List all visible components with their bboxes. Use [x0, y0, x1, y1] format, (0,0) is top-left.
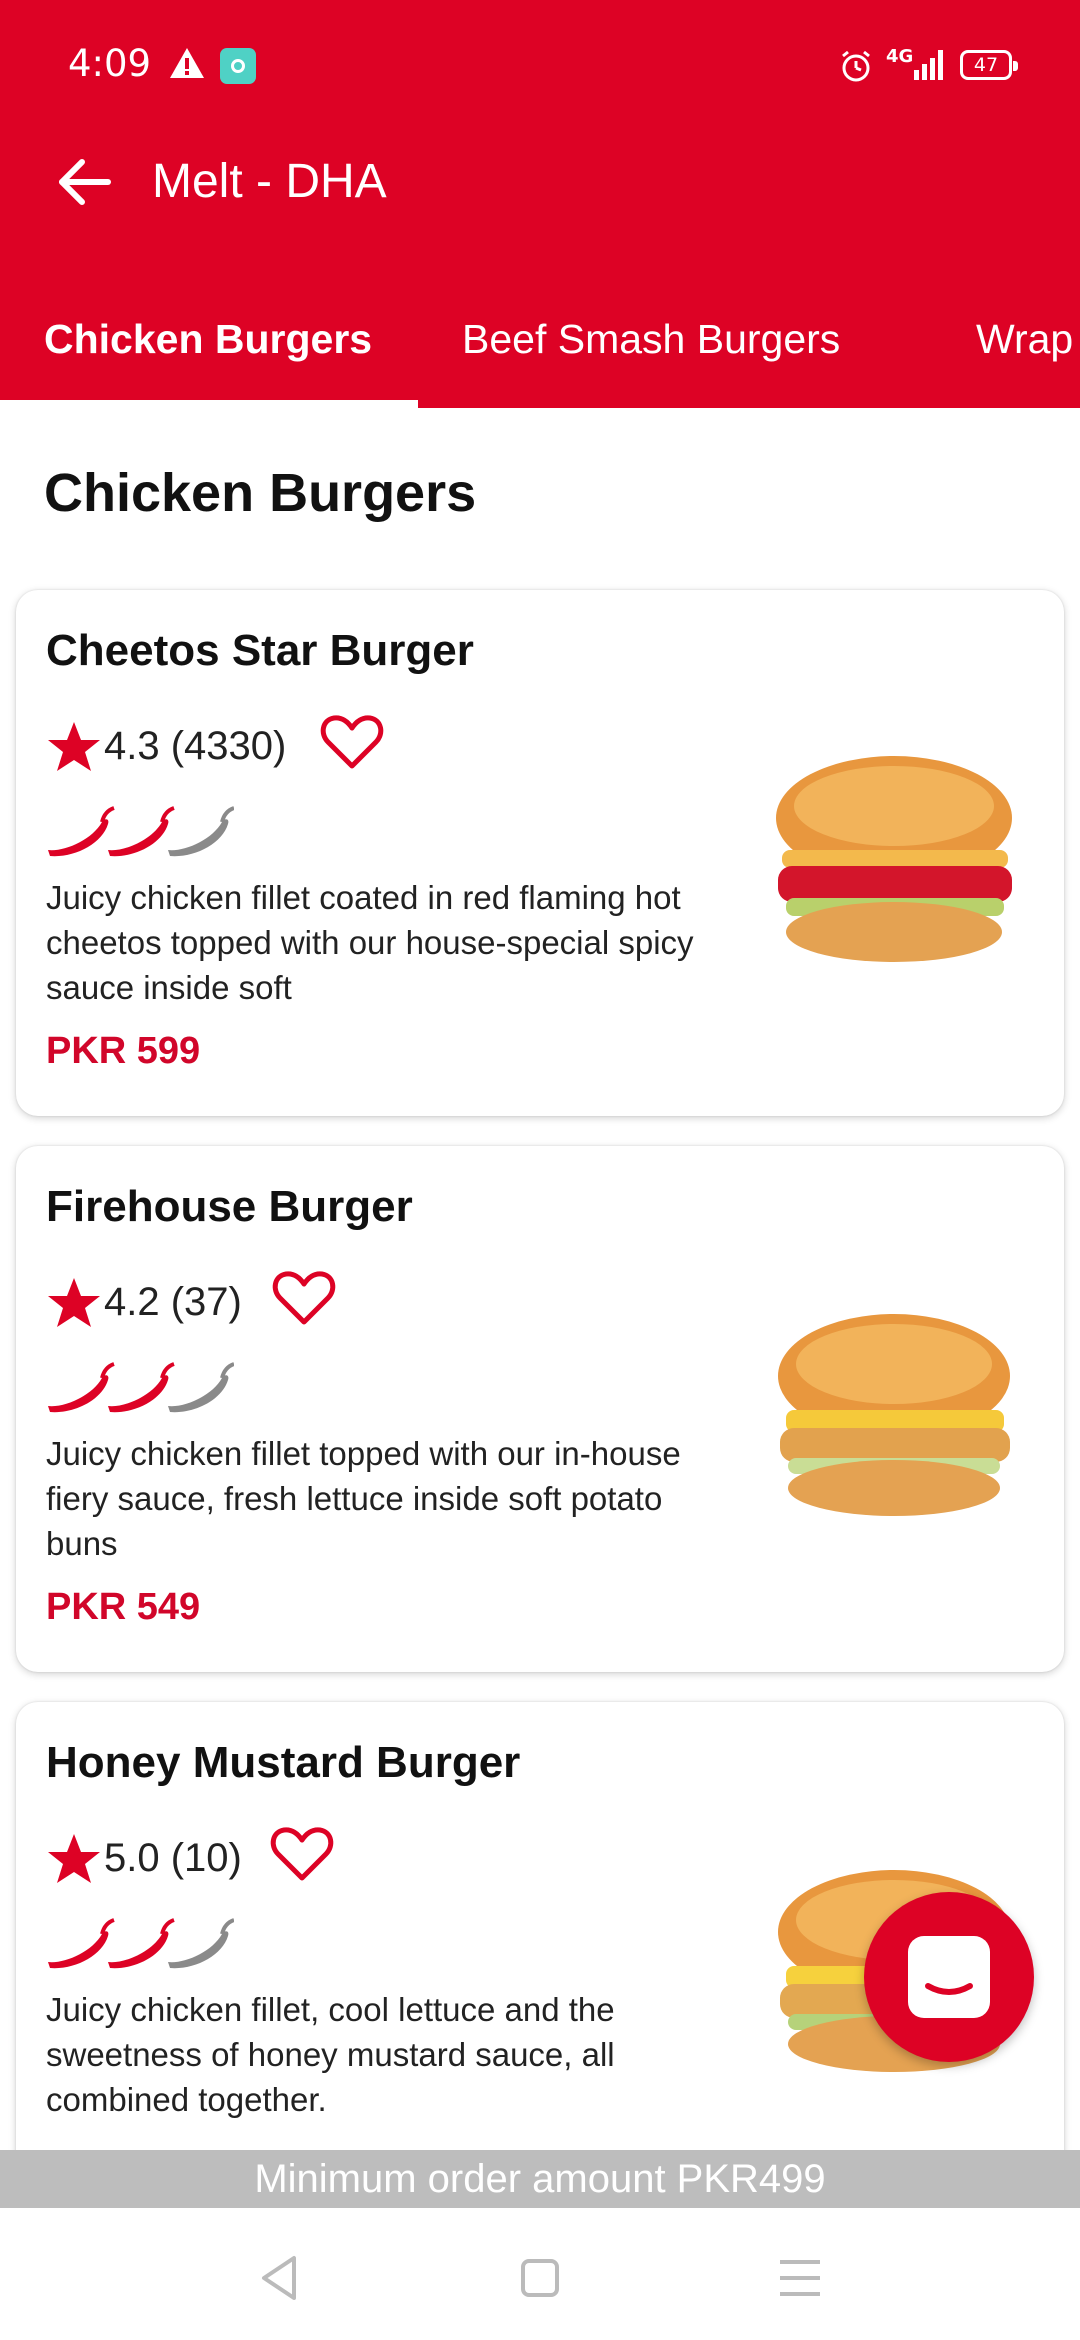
nav-back-icon[interactable] — [250, 2248, 310, 2308]
chili-icon — [48, 806, 115, 857]
alarm-icon — [842, 50, 870, 82]
item-name: Honey Mustard Burger — [46, 1738, 521, 1787]
minimum-order-banner: Minimum order amount PKR499 — [0, 2150, 1080, 2208]
chat-button[interactable] — [864, 1892, 1034, 2062]
battery-indicator: 47 — [960, 50, 1018, 80]
item-rating: 4.3 (4330) — [104, 724, 287, 768]
item-description: Juicy chicken fillet, cool lettuce and t… — [46, 1991, 615, 2118]
tab-beef-smash-burgers[interactable]: Beef Smash Burgers — [462, 316, 840, 363]
chili-icon — [108, 806, 175, 857]
item-rating: 4.2 (37) — [104, 1280, 242, 1324]
chili-icon — [168, 1918, 234, 1969]
item-name: Firehouse Burger — [46, 1182, 413, 1231]
star-icon — [48, 1278, 100, 1327]
tab-chicken-burgers[interactable]: Chicken Burgers — [44, 316, 372, 363]
chat-icon — [908, 1936, 990, 2018]
page-title: Melt - DHA — [152, 155, 387, 208]
chili-icon — [108, 1918, 175, 1969]
heart-icon[interactable] — [270, 1822, 334, 1886]
arrow-left-icon[interactable] — [50, 148, 118, 216]
nav-menu-icon[interactable] — [770, 2248, 830, 2308]
spice-level-indicator — [48, 1362, 234, 1413]
item-description: Juicy chicken fillet topped with our in-… — [46, 1435, 681, 1562]
status-time: 4:09 — [68, 42, 152, 85]
category-tabs: Chicken Burgers Beef Smash Burgers Wrap — [0, 300, 1080, 408]
item-price: PKR 599 — [46, 1030, 201, 1072]
spice-level-indicator — [48, 806, 234, 857]
burger-image — [776, 756, 1012, 962]
status-bar: 4:09 4G 47 — [0, 0, 1080, 130]
menu-item-card[interactable]: Firehouse Burger 4.2 (37) Juicy chicken … — [16, 1146, 1064, 1672]
chili-icon — [168, 806, 234, 857]
warning-icon — [170, 48, 204, 78]
spice-level-indicator — [48, 1918, 234, 1969]
chili-icon — [48, 1918, 115, 1969]
chili-icon — [108, 1362, 175, 1413]
item-description: Juicy chicken fillet coated in red flami… — [46, 879, 694, 1006]
nav-home-icon[interactable] — [510, 2248, 570, 2308]
star-icon — [48, 722, 100, 771]
app-notification-icon — [220, 48, 256, 84]
star-icon — [48, 1834, 100, 1883]
heart-icon[interactable] — [272, 1266, 336, 1330]
item-name: Cheetos Star Burger — [46, 626, 474, 675]
tab-wrap[interactable]: Wrap — [976, 316, 1073, 363]
item-rating: 5.0 (10) — [104, 1836, 242, 1880]
section-title: Chicken Burgers — [44, 463, 477, 523]
active-tab-indicator — [0, 400, 418, 408]
burger-image — [778, 1314, 1010, 1516]
item-price: PKR 549 — [46, 1586, 201, 1628]
menu-item-card[interactable]: Cheetos Star Burger 4.3 (4330) Juicy chi… — [16, 590, 1064, 1116]
system-nav-bar — [0, 2208, 1080, 2340]
chili-icon — [48, 1362, 115, 1413]
app-header: 4:09 4G 47 Melt - DHA Chicken Burgers Be… — [0, 0, 1080, 408]
signal-icon — [914, 50, 943, 80]
chili-icon — [168, 1362, 234, 1413]
heart-icon[interactable] — [320, 710, 384, 774]
